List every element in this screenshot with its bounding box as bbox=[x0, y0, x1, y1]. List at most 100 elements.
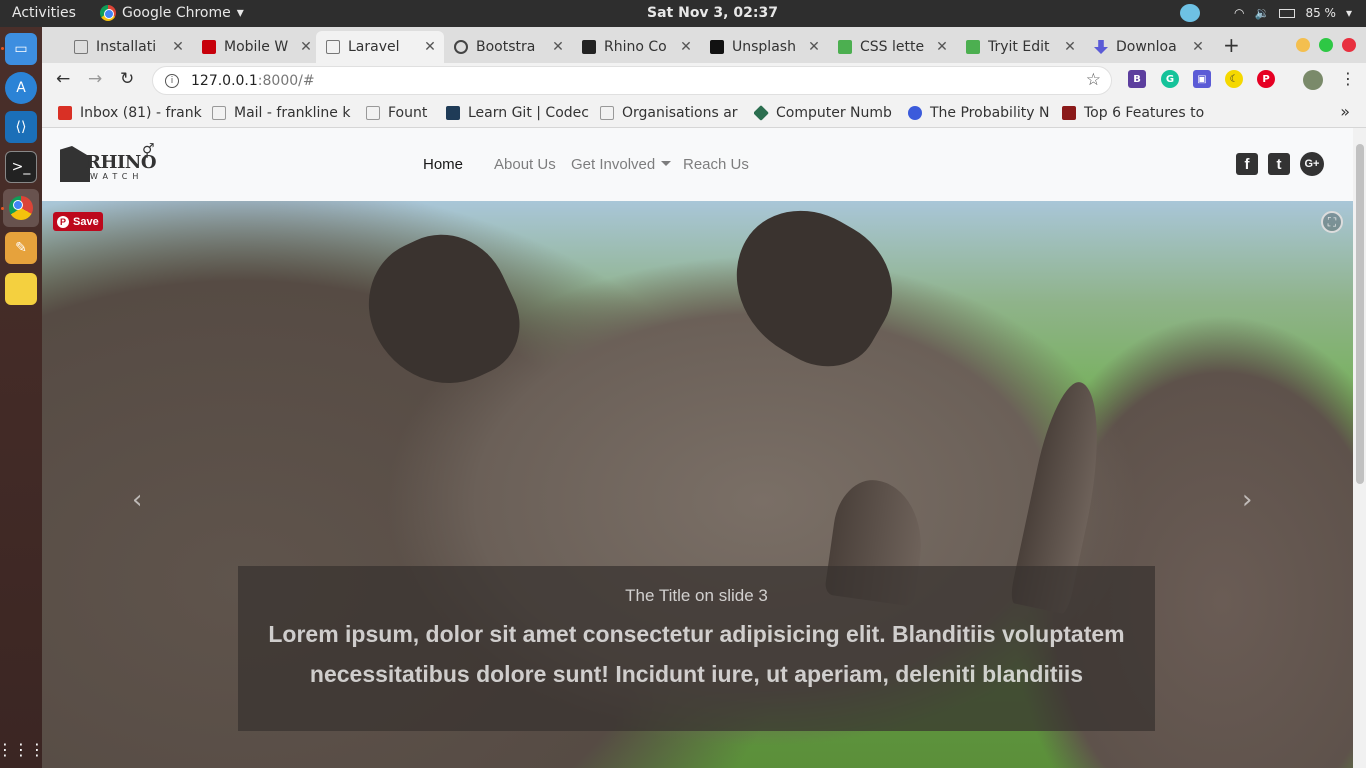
hero-carousel: P Save ⛶ ‹ › The Title on slide 3 Lorem … bbox=[42, 201, 1353, 768]
close-icon[interactable]: ✕ bbox=[550, 39, 566, 55]
chrome-dock-icon[interactable] bbox=[3, 189, 39, 227]
close-window-button[interactable] bbox=[1342, 38, 1356, 52]
close-icon[interactable]: ✕ bbox=[422, 39, 438, 55]
twitter-icon[interactable]: t bbox=[1268, 153, 1290, 175]
clock[interactable]: Sat Nov 3, 02:37 bbox=[647, 5, 778, 21]
bookmark-item[interactable]: The Probability N bbox=[908, 103, 1056, 123]
address-bar[interactable]: i 127.0.0.1:8000/# ☆ bbox=[152, 66, 1112, 95]
rhino-icon bbox=[582, 40, 596, 54]
site-icon bbox=[1062, 106, 1076, 120]
tab[interactable]: CSS lette ✕ bbox=[828, 31, 956, 63]
nav-home[interactable]: Home bbox=[423, 156, 463, 173]
vscode-icon[interactable]: ⟨⟩ bbox=[5, 111, 37, 143]
bookmark-item[interactable]: Top 6 Features to bbox=[1062, 103, 1210, 123]
forward-arrow-icon[interactable]: → bbox=[88, 69, 102, 89]
site-navbar: RHINO WATCH ⚥ Home About Us Get Involved… bbox=[42, 128, 1353, 201]
new-tab-button[interactable]: + bbox=[1223, 33, 1240, 57]
camera-icon bbox=[710, 40, 724, 54]
tab[interactable]: Downloa ✕ bbox=[1084, 31, 1212, 63]
tab[interactable]: Unsplash ✕ bbox=[700, 31, 828, 63]
page-icon bbox=[74, 40, 88, 54]
huawei-icon bbox=[202, 40, 216, 54]
app-store-icon[interactable]: A bbox=[5, 72, 37, 104]
reload-icon[interactable]: ↻ bbox=[120, 69, 134, 89]
nav-about-us[interactable]: About Us bbox=[494, 156, 556, 173]
rhino-ear bbox=[346, 213, 538, 409]
chevron-down-icon: ▾ bbox=[1345, 6, 1352, 20]
close-icon[interactable]: ✕ bbox=[298, 39, 314, 55]
carousel-next-icon[interactable]: › bbox=[1242, 485, 1252, 515]
facebook-icon[interactable]: f bbox=[1236, 153, 1258, 175]
pinterest-icon[interactable]: P bbox=[1257, 70, 1275, 88]
tab[interactable]: Bootstra ✕ bbox=[444, 31, 572, 63]
page-icon bbox=[600, 106, 614, 120]
bookmark-label: Organisations ar bbox=[622, 105, 738, 121]
pinterest-save-button[interactable]: P Save bbox=[53, 212, 103, 231]
files-icon[interactable]: ▭ bbox=[5, 33, 37, 65]
more-bookmarks-icon[interactable]: » bbox=[1340, 102, 1350, 121]
system-tray[interactable]: ◠ 🔉 85 % ▾ bbox=[1180, 4, 1352, 22]
close-icon[interactable]: ✕ bbox=[678, 39, 694, 55]
maximize-button[interactable] bbox=[1319, 38, 1333, 52]
carousel-prev-icon[interactable]: ‹ bbox=[132, 485, 142, 515]
wifi-icon: ◠ bbox=[1234, 6, 1245, 20]
tab[interactable]: Rhino Co ✕ bbox=[572, 31, 700, 63]
avatar[interactable] bbox=[1303, 70, 1323, 90]
nav-reach-us[interactable]: Reach Us bbox=[683, 156, 749, 173]
running-indicator bbox=[1, 207, 4, 210]
tab-label: CSS lette bbox=[860, 39, 925, 55]
activities-button[interactable]: Activities bbox=[12, 5, 76, 21]
tab-active[interactable]: Laravel ✕ bbox=[316, 31, 444, 63]
extension-moon-icon[interactable]: ☾ bbox=[1225, 70, 1243, 88]
bookmark-item[interactable]: Computer Numb bbox=[754, 103, 902, 123]
terminal-icon[interactable]: >_ bbox=[5, 151, 37, 183]
scrollbar-thumb[interactable] bbox=[1356, 144, 1364, 484]
tab[interactable]: Installati ✕ bbox=[64, 31, 192, 63]
grammarly-icon[interactable]: G bbox=[1161, 70, 1179, 88]
app-menu-label: Google Chrome bbox=[122, 5, 231, 21]
page-scrollbar[interactable] bbox=[1353, 128, 1366, 768]
tab[interactable]: Tryit Edit ✕ bbox=[956, 31, 1084, 63]
tab-label: Installati bbox=[96, 39, 157, 55]
battery-icon bbox=[1279, 8, 1296, 18]
skype-icon[interactable] bbox=[1180, 4, 1201, 22]
bookmark-star-icon[interactable]: ☆ bbox=[1086, 70, 1101, 90]
tab-label: Rhino Co bbox=[604, 39, 667, 55]
back-arrow-icon[interactable]: ← bbox=[56, 69, 70, 89]
search-icon bbox=[454, 40, 468, 54]
info-icon[interactable]: i bbox=[165, 73, 179, 88]
menu-kebab-icon[interactable]: ⋮ bbox=[1340, 69, 1356, 88]
url-path: :8000/# bbox=[257, 72, 315, 89]
bookmark-label: Top 6 Features to bbox=[1084, 105, 1205, 121]
bookmark-label: Computer Numb bbox=[776, 105, 892, 121]
bookmark-item[interactable]: Learn Git | Codec bbox=[446, 103, 594, 123]
tab[interactable]: Mobile W ✕ bbox=[192, 31, 320, 63]
rhino-watch-logo[interactable]: RHINO WATCH ⚥ bbox=[60, 144, 160, 186]
google-plus-icon[interactable]: G+ bbox=[1300, 152, 1324, 176]
extension-icon[interactable]: ▣ bbox=[1193, 70, 1211, 88]
show-apps-icon[interactable]: ⋮⋮⋮ bbox=[0, 733, 45, 765]
extension-badge-icon[interactable]: B bbox=[1128, 70, 1146, 88]
app-menu[interactable]: Google Chrome ▾ bbox=[100, 5, 244, 21]
bookmark-label: Mail - frankline k bbox=[234, 105, 351, 121]
w3schools-icon bbox=[838, 40, 852, 54]
nav-get-involved[interactable]: Get Involved bbox=[571, 156, 672, 173]
close-icon[interactable]: ✕ bbox=[1062, 39, 1078, 55]
page-icon bbox=[212, 106, 226, 120]
bookmark-item[interactable]: Organisations ar bbox=[600, 103, 748, 123]
tab-strip: Installati ✕ Mobile W ✕ Laravel ✕ Bootst… bbox=[42, 27, 1366, 63]
bookmark-item[interactable]: Mail - frankline k bbox=[212, 103, 360, 123]
close-icon[interactable]: ✕ bbox=[1190, 39, 1206, 55]
minimize-button[interactable] bbox=[1296, 38, 1310, 52]
bookmark-item[interactable]: Fount bbox=[366, 103, 442, 123]
rhino-ear bbox=[707, 201, 917, 387]
close-icon[interactable]: ✕ bbox=[170, 39, 186, 55]
close-icon[interactable]: ✕ bbox=[806, 39, 822, 55]
notes-icon[interactable] bbox=[5, 273, 37, 305]
bookmark-item[interactable]: Inbox (81) - frank bbox=[58, 103, 206, 123]
editor-icon[interactable]: ✎ bbox=[5, 232, 37, 264]
tab-label: Bootstra bbox=[476, 39, 536, 55]
close-icon[interactable]: ✕ bbox=[934, 39, 950, 55]
fullscreen-icon[interactable]: ⛶ bbox=[1321, 211, 1343, 233]
chrome-icon bbox=[100, 5, 116, 21]
